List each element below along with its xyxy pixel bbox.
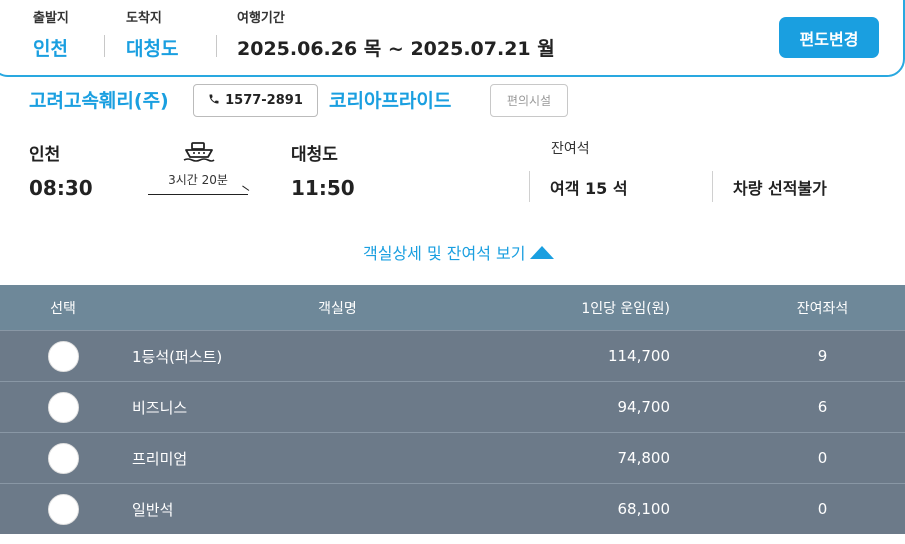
column-header-cabin: 객실명 — [318, 300, 357, 317]
ferry-booking-page: 출발지 인천 도착지 대청도 여행기간 2025.06.26 목 ~ 2025.… — [0, 0, 905, 544]
departure-value[interactable]: 인천 — [33, 34, 68, 61]
facilities-button[interactable]: 편의시설 — [490, 84, 568, 117]
phone-icon — [208, 93, 220, 109]
table-header: 선택 객실명 1인당 운임(원) 잔여좌석 — [0, 285, 905, 330]
cabin-name: 일반석 — [132, 500, 174, 519]
cabin-fare: 94,700 — [617, 398, 671, 416]
arrival-label: 도착지 — [126, 11, 162, 26]
cabin-radio[interactable] — [47, 391, 79, 423]
passenger-remaining: 여객 15 석 — [550, 179, 628, 198]
cabin-radio[interactable] — [47, 493, 79, 525]
column-header-seats: 잔여좌석 — [796, 300, 849, 317]
to-port: 대청도 — [291, 145, 338, 165]
divider — [104, 35, 105, 57]
cabin-fare: 68,100 — [617, 500, 671, 518]
travel-duration: 3시간 20분 — [168, 173, 228, 187]
to-time: 11:50 — [291, 176, 355, 200]
column-header-fare: 1인당 운임(원) — [581, 300, 670, 317]
caret-up-icon — [530, 245, 555, 259]
cabin-seats: 6 — [817, 398, 828, 416]
from-time: 08:30 — [29, 176, 93, 200]
vehicle-remaining: 차량 선적불가 — [733, 179, 827, 198]
column-header-select: 선택 — [50, 300, 76, 317]
route-arrow — [148, 194, 248, 195]
table-row[interactable]: 프리미엄 74,800 0 — [0, 432, 905, 483]
trip-summary-card: 출발지 인천 도착지 대청도 여행기간 2025.06.26 목 ~ 2025.… — [0, 0, 905, 77]
cabin-radio[interactable] — [47, 340, 79, 372]
table-row[interactable]: 1등석(퍼스트) 114,700 9 — [0, 330, 905, 381]
cabin-detail-toggle[interactable]: 객실상세 및 잔여석 보기 — [363, 240, 555, 264]
cabin-name: 비즈니스 — [132, 398, 188, 417]
one-way-change-button[interactable]: 편도변경 — [779, 17, 879, 58]
ship-name: 코리아프라이드 — [329, 90, 452, 112]
ferry-icon — [183, 142, 215, 162]
departure-label: 출발지 — [33, 11, 69, 26]
divider — [712, 171, 713, 202]
cabin-table: 선택 객실명 1인당 운임(원) 잔여좌석 1등석(퍼스트) 114,700 9… — [0, 285, 905, 534]
cabin-fare: 114,700 — [607, 347, 670, 365]
cabin-name: 1등석(퍼스트) — [132, 347, 223, 366]
divider — [529, 171, 530, 202]
period-label: 여행기간 — [237, 11, 285, 26]
phone-number: 1577-2891 — [225, 93, 303, 108]
period-value[interactable]: 2025.06.26 목 ~ 2025.07.21 월 — [237, 34, 555, 61]
cabin-fare: 74,800 — [617, 449, 671, 467]
phone-button[interactable]: 1577-2891 — [193, 84, 318, 117]
arrival-value[interactable]: 대청도 — [126, 34, 178, 61]
cabin-name: 프리미엄 — [132, 449, 188, 468]
cabin-seats: 0 — [817, 500, 828, 518]
cabin-seats: 9 — [817, 347, 828, 365]
from-port: 인천 — [29, 145, 61, 165]
remaining-seats-label: 잔여석 — [551, 141, 590, 157]
table-row[interactable]: 비즈니스 94,700 6 — [0, 381, 905, 432]
cabin-radio[interactable] — [47, 442, 79, 474]
cabin-detail-toggle-label: 객실상세 및 잔여석 보기 — [363, 244, 526, 263]
cabin-seats: 0 — [817, 449, 828, 467]
company-name: 고려고속훼리(주) — [29, 90, 169, 112]
divider — [216, 35, 217, 57]
table-row[interactable]: 일반석 68,100 0 — [0, 483, 905, 534]
